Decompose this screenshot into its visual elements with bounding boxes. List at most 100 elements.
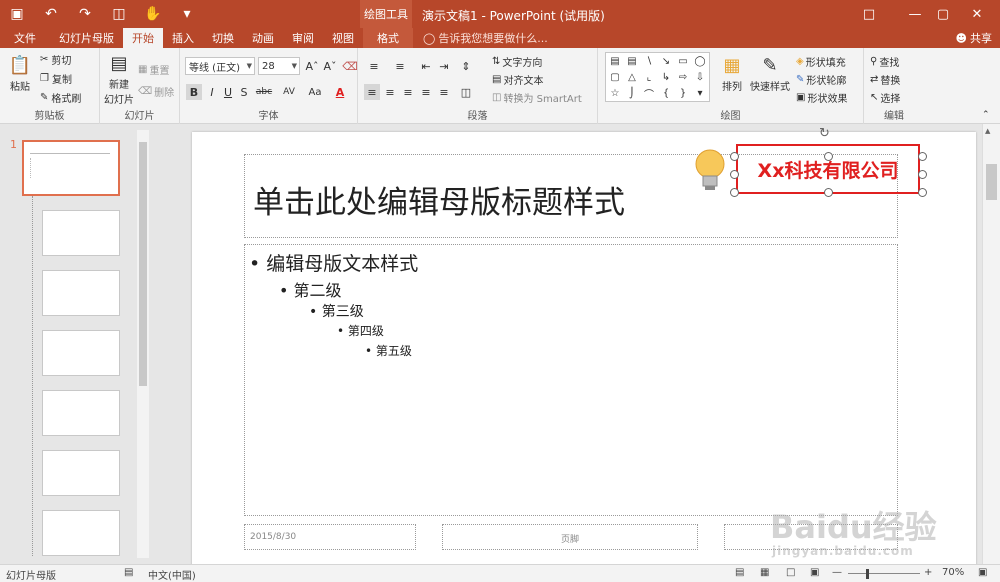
- thumbnail-scroll-thumb[interactable]: [139, 142, 147, 386]
- footer-center-text[interactable]: 页脚: [443, 532, 697, 545]
- master-title-text[interactable]: 单击此处编辑母版标题样式: [253, 177, 625, 222]
- rotate-handle-icon[interactable]: ↻: [819, 126, 830, 141]
- bullets-icon[interactable]: ≡: [366, 58, 382, 74]
- tab-slide-master[interactable]: 幻灯片母版: [50, 28, 123, 48]
- font-name-combo[interactable]: 等线 (正文) ▼: [185, 57, 255, 75]
- redo-icon[interactable]: ↷: [68, 0, 102, 28]
- level-1-text[interactable]: 编辑母版文本样式: [266, 253, 418, 275]
- zoom-level[interactable]: 70%: [942, 567, 964, 578]
- level-5-text[interactable]: 第五级: [376, 344, 412, 358]
- find-button[interactable]: ⚲ 查找: [870, 54, 899, 69]
- spellcheck-icon[interactable]: ▤: [124, 567, 133, 578]
- thumbnail-scrollbar[interactable]: [137, 130, 149, 558]
- delete-button[interactable]: ⌫ 删除: [138, 84, 174, 99]
- text-shadow-icon[interactable]: S: [236, 84, 252, 100]
- cut-button[interactable]: ✂ 剪切: [40, 52, 71, 67]
- content-placeholder[interactable]: • 编辑母版文本样式 • 第二级 • 第三级 • 第四级 • 第五级: [244, 244, 898, 516]
- line-spacing-icon[interactable]: ⇕: [458, 58, 474, 74]
- replace-button[interactable]: ⇄ 替换: [870, 72, 900, 87]
- reset-button[interactable]: ▦ 重置: [138, 62, 169, 77]
- line-shape-icon[interactable]: ∖: [643, 55, 655, 67]
- star-shape-icon[interactable]: ☆: [609, 87, 621, 99]
- down-arrow-shape-icon[interactable]: ⇩: [694, 71, 706, 83]
- italic-icon[interactable]: I: [204, 84, 220, 100]
- level-3-text[interactable]: 第三级: [322, 304, 364, 320]
- font-size-combo[interactable]: 28 ▼: [258, 57, 300, 75]
- zoom-in-icon[interactable]: +: [924, 567, 932, 578]
- resize-handle[interactable]: [730, 152, 739, 161]
- reading-view-icon[interactable]: □: [786, 567, 795, 578]
- resize-handle[interactable]: [824, 188, 833, 197]
- increase-indent-icon[interactable]: ⇥: [436, 58, 452, 74]
- clear-formatting-icon[interactable]: ⌫: [342, 58, 358, 74]
- shape-effects-button[interactable]: ▣ 形状效果: [796, 90, 847, 105]
- align-center-icon[interactable]: ≡: [382, 84, 398, 100]
- tab-insert[interactable]: 插入: [163, 28, 203, 48]
- curve-shape-icon[interactable]: ⌒: [643, 87, 655, 101]
- resize-handle[interactable]: [824, 152, 833, 161]
- shrink-font-icon[interactable]: Aˇ: [322, 58, 338, 74]
- format-painter-button[interactable]: ✎ 格式刷: [40, 90, 81, 105]
- tab-animations[interactable]: 动画: [243, 28, 283, 48]
- footer-date-text[interactable]: 2015/8/30: [250, 532, 296, 542]
- select-button[interactable]: ↖ 选择: [870, 90, 900, 105]
- new-slide-button[interactable]: ▤ 新建 幻灯片: [102, 50, 136, 107]
- distributed-icon[interactable]: ≡: [436, 84, 452, 100]
- numbering-icon[interactable]: ≡: [392, 58, 408, 74]
- decrease-indent-icon[interactable]: ⇤: [418, 58, 434, 74]
- rounded-rect-shape-icon[interactable]: ▢: [609, 71, 621, 83]
- change-case-icon[interactable]: Aa: [304, 84, 326, 100]
- oval-shape-icon[interactable]: ◯: [694, 55, 706, 67]
- resize-handle[interactable]: [918, 152, 927, 161]
- more-shapes-icon[interactable]: ▾: [694, 87, 706, 99]
- thumbnail-layout-5[interactable]: [42, 450, 120, 496]
- thumbnail-layout-2[interactable]: [42, 270, 120, 316]
- thumbnail-layout-4[interactable]: [42, 390, 120, 436]
- tab-format[interactable]: 格式: [363, 28, 413, 48]
- justify-icon[interactable]: ≡: [418, 84, 434, 100]
- shapes-gallery[interactable]: ▤ ▤ ∖ ↘ ▭ ◯ ▢ △ ⌞ ↳ ⇨ ⇩ ☆ ⌡ ⌒ { } ▾: [605, 52, 710, 102]
- level-4-text[interactable]: 第四级: [348, 324, 384, 338]
- zoom-slider[interactable]: [848, 573, 920, 574]
- arrow-line-shape-icon[interactable]: ↘: [660, 55, 672, 67]
- bullet-level-3[interactable]: • 第三级: [309, 301, 364, 321]
- right-brace-shape-icon[interactable]: }: [677, 87, 689, 99]
- elbow-arrow-shape-icon[interactable]: ↳: [660, 71, 672, 83]
- shape-fill-button[interactable]: ◈ 形状填充: [796, 54, 846, 69]
- lightbulb-image[interactable]: [690, 146, 730, 198]
- tab-view[interactable]: 视图: [323, 28, 363, 48]
- copy-button[interactable]: ❐ 复制: [40, 71, 72, 86]
- tab-review[interactable]: 审阅: [283, 28, 323, 48]
- scroll-up-icon[interactable]: ▲: [985, 127, 990, 135]
- textbox-shape-icon[interactable]: ▤: [609, 55, 621, 67]
- footer-placeholder[interactable]: 页脚: [442, 524, 698, 550]
- text-direction-button[interactable]: ⇅ 文字方向: [492, 54, 542, 69]
- corner-shape-icon[interactable]: ⌡: [626, 87, 638, 99]
- textbox-vertical-shape-icon[interactable]: ▤: [626, 55, 638, 67]
- close-icon[interactable]: ✕: [954, 0, 1000, 28]
- underline-icon[interactable]: U: [220, 84, 236, 100]
- bold-icon[interactable]: B: [186, 84, 202, 100]
- right-arrow-shape-icon[interactable]: ⇨: [677, 71, 689, 83]
- fit-slide-icon[interactable]: ▣: [978, 567, 987, 578]
- normal-view-icon[interactable]: ▤: [735, 567, 744, 578]
- start-slideshow-icon[interactable]: ◫: [102, 0, 136, 28]
- align-text-button[interactable]: ▤ 对齐文本: [492, 72, 543, 87]
- shape-outline-button[interactable]: ✎ 形状轮廓: [796, 72, 846, 87]
- paste-button[interactable]: 📋 粘贴: [4, 52, 36, 94]
- undo-icon[interactable]: ↶: [34, 0, 68, 28]
- slideshow-icon[interactable]: ▣: [810, 567, 819, 578]
- columns-icon[interactable]: ◫: [458, 84, 474, 100]
- resize-handle[interactable]: [730, 170, 739, 179]
- elbow-connector-shape-icon[interactable]: ⌞: [643, 71, 655, 83]
- save-icon[interactable]: ▣: [0, 0, 34, 28]
- quick-styles-button[interactable]: ✎ 快速样式: [748, 52, 792, 94]
- bullet-level-2[interactable]: • 第二级: [279, 277, 342, 301]
- resize-handle[interactable]: [918, 170, 927, 179]
- bullet-level-5[interactable]: • 第五级: [365, 342, 412, 359]
- convert-smartart-button[interactable]: ◫ 转换为 SmartArt: [492, 90, 582, 105]
- slide-scroll-thumb[interactable]: [986, 164, 997, 200]
- resize-handle[interactable]: [918, 188, 927, 197]
- align-right-icon[interactable]: ≡: [400, 84, 416, 100]
- thumbnail-layout-3[interactable]: [42, 330, 120, 376]
